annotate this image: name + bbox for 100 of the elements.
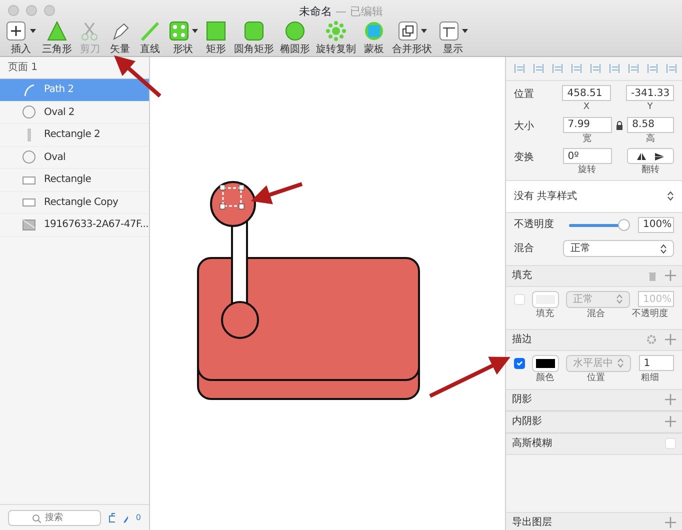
square-icon bbox=[205, 20, 227, 42]
align-icon[interactable] bbox=[590, 63, 601, 74]
image-icon bbox=[22, 218, 36, 232]
toolbar-button[interactable]: 圆角矩形 bbox=[232, 20, 276, 57]
toolbar-button[interactable]: 旋转复制 bbox=[314, 20, 358, 57]
align-icon[interactable] bbox=[609, 63, 620, 74]
trash-icon[interactable] bbox=[648, 270, 657, 280]
caption: X bbox=[582, 101, 590, 114]
color-swatch[interactable] bbox=[532, 292, 558, 306]
zoom-button[interactable] bbox=[44, 5, 55, 16]
toolbar-button[interactable]: 显示 bbox=[436, 20, 470, 57]
window-icon bbox=[438, 20, 460, 42]
arrow-annotation bbox=[114, 55, 162, 98]
gear-icon[interactable] bbox=[646, 334, 657, 345]
layer-row[interactable]: Rectangle Copy bbox=[0, 192, 149, 214]
flip-horizontal-icon[interactable] bbox=[636, 152, 647, 160]
flip-vertical-icon[interactable] bbox=[654, 152, 666, 160]
align-icon[interactable] bbox=[647, 63, 658, 74]
input-field[interactable]: 1 bbox=[638, 355, 674, 371]
page-selector[interactable]: 页面 1 bbox=[8, 60, 38, 75]
caption: 颜色 bbox=[535, 372, 555, 384]
layer-row[interactable]: 19167633-2A67-47F... bbox=[0, 214, 149, 236]
toolbar-button[interactable]: 合并形状 bbox=[390, 20, 434, 57]
input-field[interactable]: 458.51 bbox=[562, 85, 611, 101]
plus-icon[interactable] bbox=[665, 517, 676, 528]
checkbox[interactable] bbox=[514, 358, 525, 368]
search-icon bbox=[32, 514, 41, 522]
line-icon bbox=[139, 20, 161, 42]
shared-style-selector[interactable]: 没有 共享样式 bbox=[506, 180, 682, 212]
field-label: 混合 bbox=[514, 242, 535, 256]
caption: 翻转 bbox=[640, 164, 661, 177]
input-field[interactable]: 7.99 bbox=[562, 116, 612, 132]
shapes-icon bbox=[168, 20, 190, 42]
plus-icon bbox=[6, 20, 28, 42]
toolbar-button[interactable]: 矩形 bbox=[202, 20, 230, 57]
section-title: 描边 bbox=[512, 332, 532, 347]
plus-icon[interactable] bbox=[665, 416, 676, 427]
circle-icon bbox=[22, 150, 36, 164]
caption: 旋转 bbox=[577, 164, 598, 177]
caption: 高 bbox=[645, 132, 656, 146]
color-swatch[interactable] bbox=[532, 356, 558, 370]
input-field[interactable]: -341.33 bbox=[626, 85, 674, 101]
stepper-icon bbox=[660, 244, 667, 254]
align-icon[interactable] bbox=[571, 63, 582, 74]
section-title: 内阴影 bbox=[512, 414, 542, 429]
count-label: 0 bbox=[136, 512, 142, 524]
window-subtitle: — 已编辑 bbox=[336, 5, 383, 18]
input-field[interactable]: 100% bbox=[638, 216, 674, 232]
section-title: 高斯模糊 bbox=[512, 436, 552, 451]
input-field[interactable]: 0º bbox=[562, 148, 612, 164]
search-field[interactable]: 搜索 bbox=[8, 510, 102, 526]
stepper-icon bbox=[616, 358, 624, 368]
layer-row[interactable]: Rectangle 2 bbox=[0, 124, 149, 146]
mask-icon bbox=[363, 20, 385, 42]
toolbar-button[interactable]: 矢量 bbox=[106, 20, 134, 57]
caption: 填充 bbox=[535, 308, 555, 320]
curve-icon bbox=[22, 82, 36, 97]
layer-row[interactable]: Rectangle bbox=[0, 169, 149, 192]
gear-icon bbox=[325, 20, 347, 42]
caption: 宽 bbox=[582, 132, 593, 146]
section-title: 导出图层 bbox=[512, 516, 552, 530]
lock-icon[interactable] bbox=[616, 120, 623, 130]
section-title: 填充 bbox=[512, 268, 532, 283]
circle-icon bbox=[22, 105, 36, 120]
toolbar-button[interactable]: 直线 bbox=[136, 20, 164, 57]
section-title: 阴影 bbox=[512, 393, 532, 407]
triangle-icon bbox=[46, 20, 68, 42]
layer-row[interactable]: Oval 2 bbox=[0, 102, 149, 124]
stepper-icon bbox=[616, 294, 624, 304]
overlap-squares-icon bbox=[397, 20, 419, 42]
input-field[interactable]: 8.58 bbox=[627, 116, 674, 132]
window-title: 未命名 bbox=[299, 5, 332, 18]
layer-row[interactable]: Oval bbox=[0, 146, 149, 169]
plus-icon[interactable] bbox=[665, 334, 676, 345]
rounded-square-icon bbox=[243, 20, 265, 42]
toolbar-button[interactable]: 形状 bbox=[166, 20, 200, 57]
field-label: 大小 bbox=[514, 120, 535, 134]
align-icon[interactable] bbox=[628, 63, 639, 74]
align-icon[interactable] bbox=[552, 63, 563, 74]
align-icon[interactable] bbox=[533, 63, 544, 74]
minimize-button[interactable] bbox=[26, 5, 37, 16]
toolbar-button[interactable]: 椭圆形 bbox=[278, 20, 312, 57]
caption: 混合 bbox=[586, 308, 606, 320]
toolbar-button[interactable]: 三角形 bbox=[40, 20, 74, 57]
arrow-annotation bbox=[250, 182, 303, 204]
toolbar-button[interactable]: 插入 bbox=[4, 20, 38, 57]
plus-icon[interactable] bbox=[665, 394, 676, 405]
flip-buttons[interactable] bbox=[627, 148, 674, 164]
opacity-slider[interactable] bbox=[569, 218, 630, 230]
layers-icon[interactable] bbox=[109, 512, 116, 522]
close-button[interactable] bbox=[8, 5, 19, 16]
blend-selector[interactable]: 正常 bbox=[563, 240, 674, 257]
align-icon[interactable] bbox=[514, 63, 525, 74]
caption: 位置 bbox=[586, 372, 606, 384]
toolbar-button[interactable]: 蒙板 bbox=[360, 20, 388, 57]
plus-icon[interactable] bbox=[665, 270, 676, 281]
stepper-icon bbox=[667, 191, 674, 201]
caption: 不透明度 bbox=[631, 308, 669, 320]
align-icon[interactable] bbox=[666, 63, 677, 74]
circle-icon bbox=[284, 20, 306, 42]
